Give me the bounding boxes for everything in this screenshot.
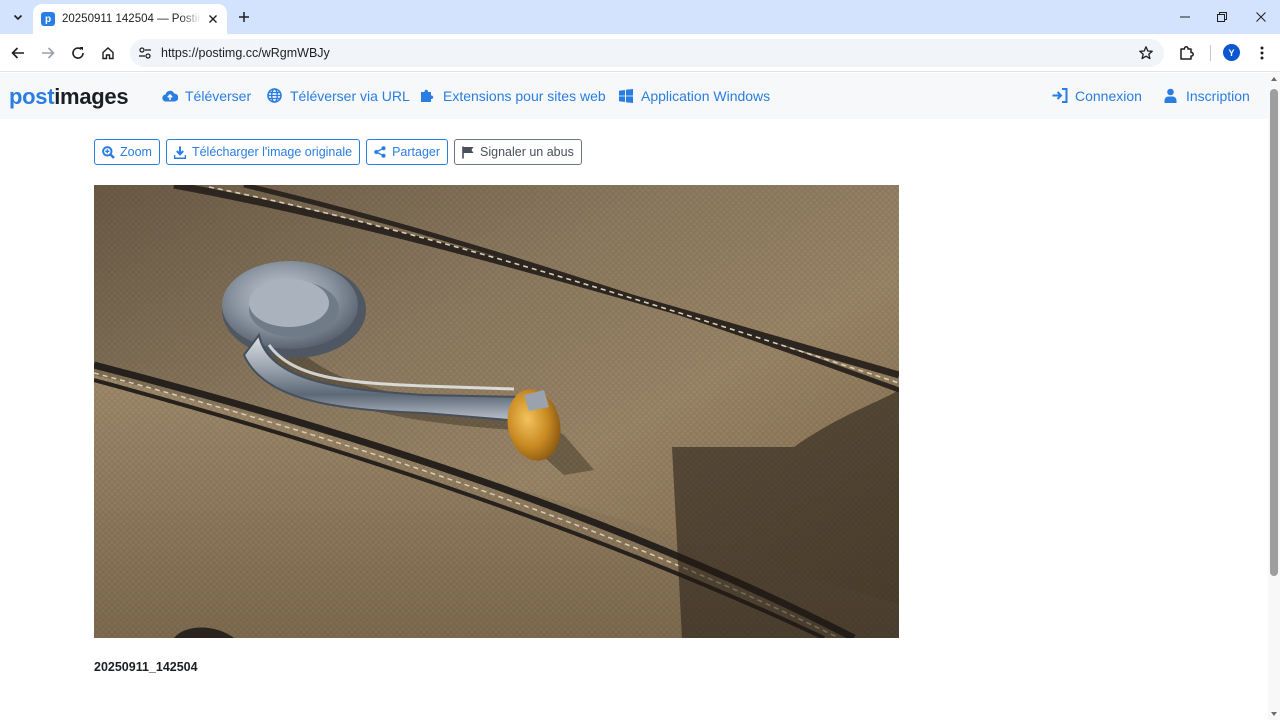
report-abuse-button[interactable]: Signaler un abus: [454, 139, 582, 165]
windows-icon: [617, 87, 634, 104]
tune-icon: [139, 47, 151, 59]
close-window-button[interactable]: [1243, 4, 1279, 30]
sign-in-icon: [1051, 87, 1068, 104]
image-caption: 20250911_142504: [94, 660, 198, 674]
browser-tab-active[interactable]: p 20250911 142504 — Postimages: [33, 4, 227, 34]
nav-upload[interactable]: Téléverser: [161, 87, 251, 104]
scrollbar-thumb[interactable]: [1270, 89, 1278, 576]
home-button[interactable]: [96, 41, 120, 65]
tab-title: 20250911 142504 — Postimages: [62, 13, 201, 25]
close-icon: [1256, 12, 1266, 22]
site-header: postimages Téléverser Téléverser via URL…: [0, 73, 1268, 119]
nav-extensions[interactable]: Extensions pour sites web: [419, 87, 606, 104]
globe-icon: [266, 87, 283, 104]
download-original-button[interactable]: Télécharger l'image originale: [165, 139, 361, 165]
restore-icon: [1217, 12, 1227, 22]
cloud-upload-icon: [161, 87, 178, 104]
nav-extensions-label: Extensions pour sites web: [443, 87, 606, 104]
puzzle-icon: [419, 87, 436, 104]
reload-button[interactable]: [66, 41, 90, 65]
nav-register-label: Inscription: [1186, 87, 1250, 104]
profile-avatar[interactable]: Y: [1223, 44, 1240, 61]
image-actions: Zoom Télécharger l'image originale Parta…: [94, 139, 582, 165]
tab-strip: p 20250911 142504 — Postimages: [0, 0, 1280, 34]
tab-close-button[interactable]: [205, 11, 221, 27]
kebab-menu-icon: [1260, 46, 1264, 60]
page-content: postimages Téléverser Téléverser via URL…: [0, 73, 1268, 720]
page-scrollbar[interactable]: [1268, 73, 1280, 720]
browser-menu-button[interactable]: [1252, 43, 1272, 63]
nav-upload-url-label: Téléverser via URL: [290, 87, 410, 104]
forward-button[interactable]: [36, 41, 60, 65]
restore-button[interactable]: [1204, 4, 1240, 30]
logo-images: images: [54, 84, 129, 109]
nav-windows-app-label: Application Windows: [641, 87, 771, 104]
uploaded-image[interactable]: [94, 185, 899, 638]
zoom-icon: [101, 145, 115, 159]
share-label: Partager: [392, 145, 441, 159]
url-text[interactable]: https://postimg.cc/wRgmWBJy: [161, 46, 330, 60]
close-icon: [209, 15, 217, 23]
minimize-icon: [1180, 16, 1190, 18]
back-button[interactable]: [6, 41, 30, 65]
postimages-logo[interactable]: postimages: [9, 84, 129, 110]
chevron-down-icon: [13, 14, 23, 21]
minimize-button[interactable]: [1167, 4, 1203, 30]
home-icon: [102, 47, 114, 60]
logo-post: post: [9, 84, 55, 109]
puzzle-icon: [1180, 46, 1194, 60]
flag-icon: [461, 145, 475, 159]
plus-icon: [239, 12, 249, 22]
site-info-icon[interactable]: [137, 45, 153, 61]
arrow-left-icon: [11, 47, 24, 59]
nav-register[interactable]: Inscription: [1162, 87, 1250, 104]
scroll-down-arrow-icon[interactable]: [1271, 712, 1277, 716]
share-icon: [373, 145, 387, 159]
address-bar[interactable]: https://postimg.cc/wRgmWBJy: [130, 39, 1164, 67]
user-icon: [1162, 87, 1179, 104]
nav-upload-url[interactable]: Téléverser via URL: [266, 87, 410, 104]
nav-windows-app[interactable]: Application Windows: [617, 87, 770, 104]
postimages-favicon-icon: p: [41, 12, 55, 26]
download-original-label: Télécharger l'image originale: [191, 145, 353, 159]
star-icon: [1139, 46, 1153, 60]
nav-login-label: Connexion: [1075, 87, 1142, 104]
arrow-right-icon: [42, 47, 55, 59]
zoom-label: Zoom: [120, 145, 152, 159]
zoom-button[interactable]: Zoom: [94, 139, 160, 165]
extensions-button[interactable]: [1177, 43, 1197, 63]
new-tab-button[interactable]: [234, 7, 254, 27]
tab-search-button[interactable]: [7, 6, 29, 28]
report-abuse-label: Signaler un abus: [480, 145, 574, 159]
reload-icon: [72, 47, 84, 59]
download-icon: [173, 145, 187, 159]
bookmark-star-icon[interactable]: [1138, 45, 1154, 61]
share-button[interactable]: Partager: [366, 139, 449, 165]
nav-login[interactable]: Connexion: [1051, 87, 1142, 104]
car-door-window-crank-image: [94, 185, 899, 638]
nav-upload-label: Téléverser: [185, 87, 252, 104]
browser-toolbar: https://postimg.cc/wRgmWBJy Y: [0, 34, 1280, 72]
scroll-up-arrow-icon[interactable]: [1271, 77, 1277, 81]
toolbar-divider: [1210, 45, 1211, 61]
